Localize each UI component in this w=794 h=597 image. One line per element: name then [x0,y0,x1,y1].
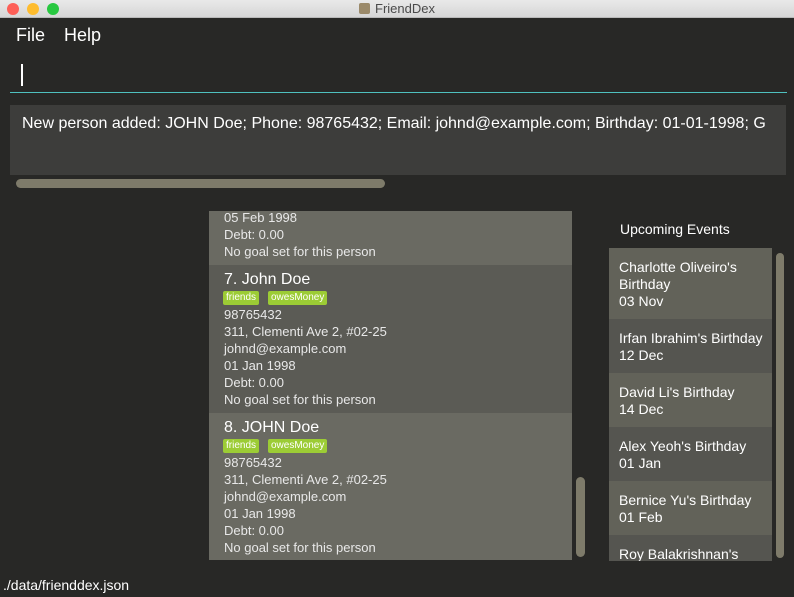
person-birthday: 01 Jan 1998 [224,358,296,373]
person-list[interactable]: 05 Feb 1998 Debt: 0.00 No goal set for t… [209,211,572,560]
person-debt: Debt: 0.00 [224,375,284,390]
result-message: New person added: JOHN Doe; Phone: 98765… [22,115,766,132]
person-debt: Debt: 0.00 [224,227,284,242]
event-date: 12 Dec [619,347,664,363]
event-item[interactable]: Charlotte Oliveiro's Birthday 03 Nov [609,248,772,319]
event-item[interactable]: Roy Balakrishnan's [609,535,772,561]
person-goal: No goal set for this person [224,392,376,407]
menu-file[interactable]: File [16,25,45,46]
window-title-area: FriendDex [0,0,794,17]
person-debt: Debt: 0.00 [224,523,284,538]
command-input[interactable] [24,62,768,90]
result-display: New person added: JOHN Doe; Phone: 98765… [10,105,786,175]
event-title: Irfan Ibrahim's Birthday [619,330,763,346]
events-scrollbar[interactable] [776,253,784,558]
person-phone: 98765432 [224,455,282,470]
tag-badge: owesMoney [268,291,328,305]
person-birthday: 01 Jan 1998 [224,506,296,521]
event-date: 01 Jan [619,455,662,471]
person-goal: No goal set for this person [224,540,376,555]
event-item[interactable]: Alex Yeoh's Birthday 01 Jan [609,427,772,481]
event-title: David Li's Birthday [619,384,735,400]
event-title-continued: Birthday [619,276,671,292]
event-title: Charlotte Oliveiro's [619,259,737,275]
person-email: johnd@example.com [224,489,347,504]
person-email: johnd@example.com [224,341,347,356]
person-card[interactable]: 8. JOHN Doe friends owesMoney 98765432 3… [209,413,572,560]
event-date: 01 Feb [619,509,663,525]
event-date: 03 Nov [619,293,664,309]
event-title: Bernice Yu's Birthday [619,492,752,508]
person-card[interactable]: 05 Feb 1998 Debt: 0.00 No goal set for t… [209,211,572,265]
person-name: 7. John Doe [224,271,311,288]
window-title: FriendDex [375,1,435,16]
tag-badge: owesMoney [268,439,328,453]
person-goal: No goal set for this person [224,244,376,259]
command-box[interactable] [10,58,787,93]
result-horizontal-scrollbar[interactable] [16,179,385,188]
event-item[interactable]: Bernice Yu's Birthday 01 Feb [609,481,772,535]
event-title: Roy Balakrishnan's [619,546,739,561]
event-date: 14 Dec [619,401,664,417]
text-caret [21,64,23,86]
menu-bar: File Help [0,18,794,54]
person-list-scrollbar[interactable] [576,477,585,557]
person-name: 8. JOHN Doe [224,419,320,436]
person-birthday: 05 Feb 1998 [224,211,298,225]
person-address: 311, Clementi Ave 2, #02-25 [224,472,387,487]
event-title: Alex Yeoh's Birthday [619,438,747,454]
event-item[interactable]: Irfan Ibrahim's Birthday 12 Dec [609,319,772,373]
menu-help[interactable]: Help [64,25,101,46]
events-list[interactable]: Charlotte Oliveiro's Birthday 03 Nov Irf… [609,248,772,561]
event-item[interactable]: David Li's Birthday 14 Dec [609,373,772,427]
app-icon [359,3,371,14]
tag-badge: friends [223,439,260,453]
tag-badge: friends [223,291,260,305]
events-title: Upcoming Events [620,221,730,237]
status-bar-path: ./data/frienddex.json [3,577,130,593]
title-bar: FriendDex [0,0,794,18]
person-card[interactable]: 7. John Doe friends owesMoney 98765432 3… [209,265,572,413]
person-address: 311, Clementi Ave 2, #02-25 [224,324,387,339]
person-phone: 98765432 [224,307,282,322]
